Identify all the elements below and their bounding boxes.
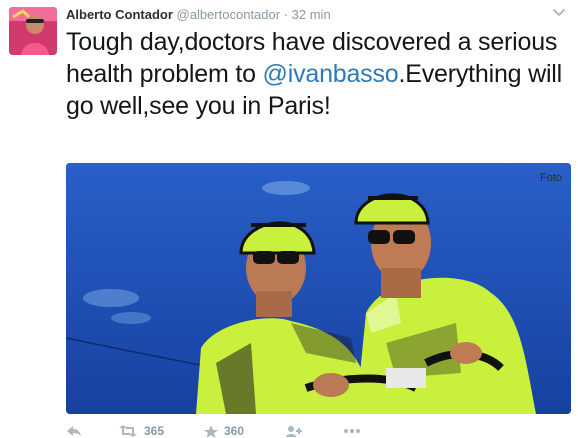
tweet-timestamp[interactable]: 32 min bbox=[292, 7, 331, 22]
more-icon bbox=[344, 429, 360, 433]
tweet-header: Alberto Contador @albertocontador · 32 m… bbox=[66, 6, 331, 24]
author-name[interactable]: Alberto Contador bbox=[66, 7, 173, 22]
star-icon bbox=[204, 424, 218, 438]
author-handle[interactable]: @albertocontador bbox=[177, 7, 281, 22]
tweet-text: Tough day,doctors have discovered a seri… bbox=[66, 26, 571, 122]
favorite-count: 360 bbox=[224, 424, 245, 438]
cyclists-photo bbox=[66, 163, 571, 414]
reply-icon bbox=[67, 426, 81, 436]
retweet-count: 365 bbox=[144, 424, 165, 438]
reply-button[interactable] bbox=[66, 424, 82, 438]
mention-link[interactable]: @ivanbasso bbox=[263, 60, 399, 88]
more-button[interactable] bbox=[344, 424, 360, 438]
retweet-button[interactable]: 365 bbox=[118, 424, 164, 438]
follow-icon bbox=[286, 426, 302, 437]
photo-label[interactable]: Foto bbox=[540, 172, 562, 184]
follow-button[interactable] bbox=[286, 424, 302, 438]
favorite-button[interactable]: 360 bbox=[204, 424, 244, 438]
header-separator: · bbox=[283, 7, 289, 22]
retweet-icon bbox=[119, 425, 137, 437]
avatar[interactable] bbox=[9, 7, 57, 55]
tweet-photo[interactable] bbox=[66, 163, 571, 414]
chevron-down-icon[interactable] bbox=[552, 8, 566, 18]
avatar-image bbox=[9, 7, 57, 55]
